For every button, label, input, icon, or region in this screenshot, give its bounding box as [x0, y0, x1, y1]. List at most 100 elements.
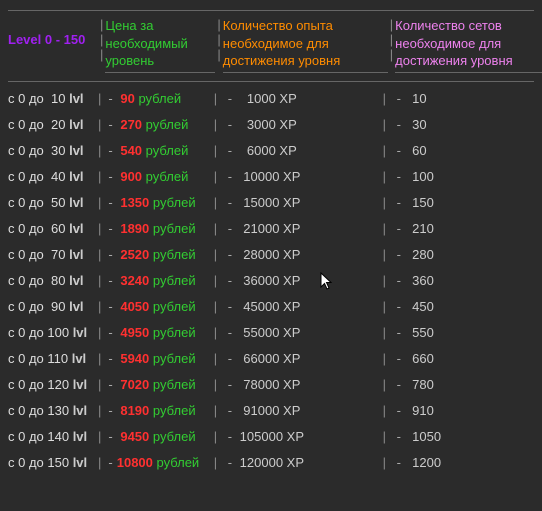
price-currency: рублей — [153, 273, 196, 288]
sets-value: 210 — [412, 221, 434, 236]
price-value: 4050 — [117, 299, 150, 314]
lvl-word: lvl — [69, 117, 83, 132]
table-row: с 0 до 90 lvl|- 4050 рублей| - 45000 XP|… — [8, 294, 534, 320]
table-row: с 0 до 120 lvl|- 7020 рублей| - 78000 XP… — [8, 372, 534, 398]
sets-value: 280 — [412, 247, 434, 262]
price-currency: рублей — [153, 377, 196, 392]
dash: - — [389, 351, 412, 366]
column-separator: | — [211, 247, 220, 262]
dash: - — [389, 429, 412, 444]
column-separator: | — [380, 221, 389, 236]
level-range-cell: с 0 до 60 — [8, 221, 69, 236]
dash: - — [389, 273, 412, 288]
column-separator: | — [380, 299, 389, 314]
price-value: 8190 — [117, 403, 150, 418]
dash: - — [389, 377, 412, 392]
column-separator: ||| — [215, 17, 222, 73]
sets-value: 60 — [412, 143, 426, 158]
dash: - — [389, 325, 412, 340]
level-range-cell: с 0 до 30 — [8, 143, 69, 158]
price-value: 270 — [117, 117, 142, 132]
table-row: с 0 до 30 lvl|- 540 рублей| - 6000 XP| -… — [8, 138, 534, 164]
dash: - — [220, 429, 240, 444]
dash: - — [220, 455, 240, 470]
price-value: 2520 — [117, 247, 150, 262]
column-separator: | — [95, 117, 104, 132]
price-value: 5940 — [117, 351, 150, 366]
dash: - — [389, 455, 412, 470]
price-currency: рублей — [153, 221, 196, 236]
level-range-cell: с 0 до 70 — [8, 247, 69, 262]
dash: - — [104, 143, 116, 158]
level-range-cell: с 0 до 130 — [8, 403, 73, 418]
price-value: 900 — [117, 169, 142, 184]
price-currency: рублей — [138, 91, 181, 106]
lvl-word: lvl — [69, 299, 83, 314]
dash: - — [389, 169, 412, 184]
column-separator: | — [211, 429, 220, 444]
sets-value: 360 — [412, 273, 434, 288]
dash: - — [389, 221, 412, 236]
column-separator: | — [95, 273, 104, 288]
price-currency: рублей — [157, 455, 200, 470]
sets-value: 450 — [412, 299, 434, 314]
lvl-word: lvl — [69, 247, 83, 262]
sets-value: 100 — [412, 169, 434, 184]
table-body: с 0 до 10 lvl|- 90 рублей| - 1000 XP| - … — [8, 86, 534, 476]
column-separator: | — [380, 273, 389, 288]
column-separator: | — [95, 299, 104, 314]
sets-value: 10 — [412, 91, 426, 106]
level-range-cell: с 0 до 20 — [8, 117, 69, 132]
sets-value: 660 — [412, 351, 434, 366]
lvl-word: lvl — [69, 195, 83, 210]
dash: - — [104, 221, 116, 236]
column-separator: | — [211, 143, 220, 158]
price-currency: рублей — [153, 195, 196, 210]
table-row: с 0 до 60 lvl|- 1890 рублей| - 21000 XP|… — [8, 216, 534, 242]
column-separator: | — [380, 325, 389, 340]
price-value: 1890 — [117, 221, 150, 236]
price-currency: рублей — [153, 299, 196, 314]
dash: - — [104, 325, 116, 340]
price-value: 540 — [117, 143, 142, 158]
sets-value: 30 — [412, 117, 426, 132]
header-xp-l3: достижения уровня — [223, 52, 388, 73]
column-separator: | — [211, 377, 220, 392]
lvl-word: lvl — [73, 403, 87, 418]
column-separator: | — [211, 91, 220, 106]
level-range-cell: с 0 до 40 — [8, 169, 69, 184]
dash: - — [220, 273, 240, 288]
header-sets-l1: Количество сетов — [395, 18, 502, 33]
column-separator: | — [95, 325, 104, 340]
price-currency: рублей — [153, 429, 196, 444]
dash: - — [220, 325, 240, 340]
column-separator: | — [380, 351, 389, 366]
header-price: Цена за необходимый уровень — [105, 17, 215, 73]
column-separator: | — [95, 351, 104, 366]
header-sets: Количество сетов необходимое для достиже… — [395, 17, 542, 73]
table-row: с 0 до 130 lvl|- 8190 рублей| - 91000 XP… — [8, 398, 534, 424]
column-separator: | — [380, 169, 389, 184]
dash: - — [104, 117, 116, 132]
dash: - — [104, 455, 116, 470]
column-separator: | — [95, 143, 104, 158]
dash: - — [104, 377, 116, 392]
price-value: 9450 — [117, 429, 150, 444]
level-range-cell: с 0 до 50 — [8, 195, 69, 210]
xp-value: 55000 XP — [240, 325, 301, 340]
column-separator: | — [211, 195, 220, 210]
price-currency: рублей — [153, 247, 196, 262]
price-currency: рублей — [146, 117, 189, 132]
level-range-cell: с 0 до 10 — [8, 91, 69, 106]
xp-value: 120000 XP — [240, 455, 304, 470]
table-row: с 0 до 80 lvl|- 3240 рублей| - 36000 XP|… — [8, 268, 534, 294]
column-separator: | — [95, 91, 104, 106]
level-range-cell: с 0 до 100 — [8, 325, 73, 340]
column-separator: | — [380, 455, 389, 470]
lvl-word: lvl — [69, 221, 83, 236]
column-separator: | — [95, 247, 104, 262]
xp-value: 10000 XP — [240, 169, 301, 184]
dash: - — [389, 143, 412, 158]
table-row: с 0 до 50 lvl|- 1350 рублей| - 15000 XP|… — [8, 190, 534, 216]
level-range-cell: с 0 до 120 — [8, 377, 73, 392]
